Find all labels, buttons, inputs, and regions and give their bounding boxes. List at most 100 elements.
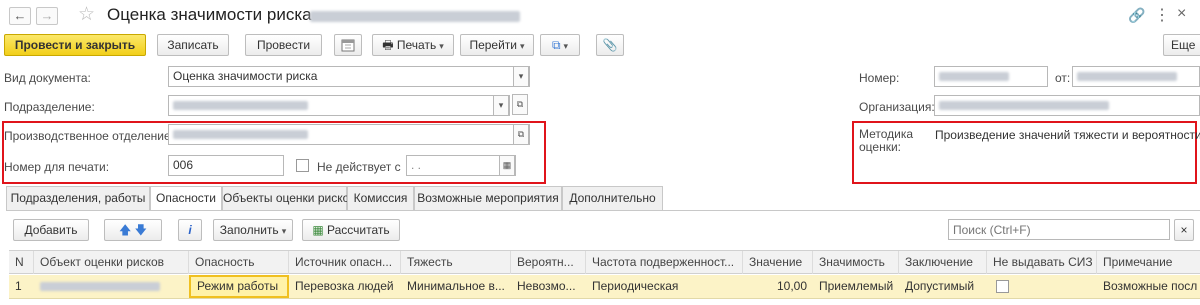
cell-conclusion[interactable]: Допустимый <box>899 275 987 298</box>
tab-divisions-works[interactable]: Подразделения, работы <box>6 186 150 210</box>
tab-commission[interactable]: Комиссия <box>347 186 414 210</box>
add-row-button[interactable]: Добавить <box>13 219 89 241</box>
column-header-value[interactable]: Значение <box>743 251 813 274</box>
column-header-n[interactable]: N <box>9 251 34 274</box>
cell-no-ppe[interactable] <box>987 275 1097 298</box>
organization-value-redacted <box>939 101 1109 110</box>
prod-dept-value-redacted <box>173 130 308 139</box>
organization-label: Организация: <box>859 100 935 114</box>
table-row[interactable]: 1 Режим работы Перевозка людей Минимальн… <box>9 275 1200 299</box>
info-button[interactable]: i <box>178 219 202 241</box>
clear-search-button[interactable]: × <box>1174 219 1194 241</box>
column-header-probability[interactable]: Вероятн... <box>511 251 586 274</box>
back-button[interactable]: ← <box>9 7 31 25</box>
object-value-redacted <box>40 282 160 291</box>
export-icon: ⧉ <box>551 38 561 52</box>
cell-object[interactable] <box>34 275 189 298</box>
number-value-redacted <box>939 72 1009 81</box>
cell-hazard[interactable]: Режим работы <box>189 275 289 298</box>
fill-button-label: Заполнить <box>219 223 279 237</box>
cell-value[interactable]: 10,00 <box>743 275 813 298</box>
date-from-label: от: <box>1055 71 1071 85</box>
goto-button[interactable]: Перейти ▾ <box>460 34 534 56</box>
number-field[interactable] <box>934 66 1048 87</box>
more-button[interactable]: Еще <box>1163 34 1200 56</box>
cell-probability[interactable]: Невозмо... <box>511 275 586 298</box>
method-label: Методика оценки: <box>859 127 914 154</box>
fill-button[interactable]: Заполнить ▾ <box>213 219 293 241</box>
chevron-down-icon: ▾ <box>520 41 525 51</box>
close-icon[interactable]: × <box>1177 5 1186 23</box>
doc-type-value: Оценка значимости риска <box>173 69 318 83</box>
column-header-significance[interactable]: Значимость <box>813 251 899 274</box>
cell-significance[interactable]: Приемлемый <box>813 275 899 298</box>
print-number-label: Номер для печати: <box>4 160 110 174</box>
favorite-star-icon[interactable]: ☆ <box>78 3 95 26</box>
more-menu-icon[interactable]: ⋮ <box>1154 5 1170 25</box>
tab-additional[interactable]: Дополнительно <box>562 186 663 210</box>
tab-hazards[interactable]: Опасности <box>150 186 222 211</box>
post-and-close-button[interactable]: Провести и закрыть <box>4 34 146 56</box>
column-header-conclusion[interactable]: Заключение <box>899 251 987 274</box>
cell-frequency[interactable]: Периодическая <box>586 275 743 298</box>
column-header-frequency[interactable]: Частота подверженност... <box>586 251 743 274</box>
open-division-icon[interactable]: ⧉ <box>512 94 528 115</box>
print-number-field[interactable]: 006 <box>168 155 284 176</box>
prod-dept-field[interactable]: ⧉ <box>168 124 530 145</box>
doc-type-field[interactable]: Оценка значимости риска ▾ <box>168 66 530 87</box>
not-valid-date-field[interactable]: . . ▦ <box>406 155 516 176</box>
chevron-down-icon: ▾ <box>281 226 287 236</box>
arrow-down-icon[interactable]: 🡇 <box>135 223 147 237</box>
calendar-button[interactable] <box>334 34 362 56</box>
save-button[interactable]: Записать <box>157 34 229 56</box>
command-bar: Провести и закрыть Записать Провести 🖶 П… <box>0 34 1200 60</box>
calendar-icon <box>341 39 355 52</box>
print-button[interactable]: 🖶 Печать ▾ <box>372 34 454 56</box>
date-field[interactable] <box>1072 66 1200 87</box>
chevron-down-icon[interactable]: ▾ <box>513 67 529 86</box>
division-value-redacted <box>173 101 308 110</box>
calendar-icon[interactable]: ▦ <box>499 156 515 175</box>
number-label: Номер: <box>859 71 900 85</box>
calculate-button-label: Рассчитать <box>327 223 390 237</box>
chevron-down-icon: ▾ <box>439 41 444 51</box>
tab-divider <box>6 210 1200 211</box>
method-value[interactable]: Произведение значений тяжести и вероятно… <box>935 128 1200 142</box>
open-icon[interactable]: ⧉ <box>513 125 529 144</box>
cell-severity[interactable]: Минимальное в... <box>401 275 511 298</box>
arrow-left-icon: ← <box>13 8 27 23</box>
column-header-object[interactable]: Объект оценки рисков <box>34 251 189 274</box>
calculate-button[interactable]: ▦ Рассчитать <box>302 219 400 241</box>
paperclip-icon: 📎 <box>602 38 618 52</box>
goto-button-label: Перейти <box>469 38 518 52</box>
column-header-no-ppe[interactable]: Не выдавать СИЗ <box>987 251 1097 274</box>
division-field[interactable]: ▾ <box>168 95 510 116</box>
attach-button[interactable]: 📎 <box>596 34 624 56</box>
forward-button[interactable]: → <box>36 7 58 25</box>
link-icon[interactable]: 🔗 <box>1128 7 1145 24</box>
column-header-note[interactable]: Примечание <box>1097 251 1200 274</box>
column-header-severity[interactable]: Тяжесть <box>401 251 511 274</box>
cell-source[interactable]: Перевозка людей <box>289 275 401 298</box>
chevron-down-icon[interactable]: ▾ <box>493 96 509 115</box>
not-valid-checkbox[interactable] <box>296 159 309 172</box>
export-button[interactable]: ⧉ ▾ <box>540 34 580 56</box>
move-buttons[interactable]: 🡅 🡇 <box>104 219 162 241</box>
cell-note[interactable]: Возможные посл <box>1097 275 1200 298</box>
arrow-right-icon: → <box>40 8 54 23</box>
arrow-up-icon[interactable]: 🡅 <box>119 223 131 237</box>
chevron-down-icon: ▾ <box>563 41 569 51</box>
calculator-icon: ▦ <box>312 223 324 237</box>
tab-risk-objects[interactable]: Объекты оценки рисков <box>222 186 356 210</box>
organization-field[interactable] <box>934 95 1200 116</box>
doc-type-label: Вид документа: <box>4 71 91 85</box>
no-ppe-checkbox[interactable] <box>996 280 1009 293</box>
column-header-source[interactable]: Источник опасн... <box>289 251 401 274</box>
print-button-label: Печать <box>396 38 437 52</box>
document-id-redacted <box>310 11 520 22</box>
tab-possible-measures[interactable]: Возможные мероприятия <box>414 186 562 210</box>
column-header-hazard[interactable]: Опасность <box>189 251 289 274</box>
cell-n[interactable]: 1 <box>9 275 34 298</box>
post-button[interactable]: Провести <box>245 34 322 56</box>
search-input[interactable] <box>948 219 1170 240</box>
